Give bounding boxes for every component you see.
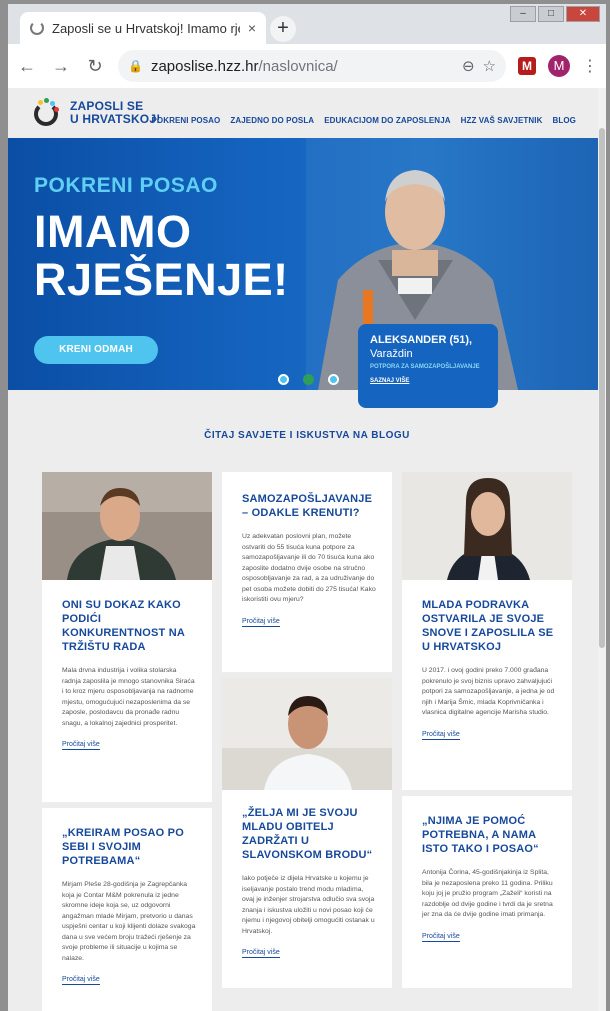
read-more-link[interactable]: Pročitaj više	[242, 949, 280, 958]
address-bar[interactable]: 🔒 zaposlise.hzz.hr/naslovnica/ ⊖ ☆	[118, 50, 506, 82]
logo-line-2: U HRVATSKOJ!	[70, 112, 161, 126]
blog-card-body: „ŽELJA MI JE SVOJU MLADU OBITELJ ZADRŽAT…	[242, 806, 376, 959]
blog-card-body: „NJIMA JE POMOĆ POTREBNA, A NAMA ISTO TA…	[422, 814, 556, 943]
carousel-dot-3[interactable]	[328, 374, 339, 385]
blog-card-title[interactable]: MLADA PODRAVKA OSTVARILA JE SVOJE SNOVE …	[422, 598, 556, 654]
blog-card-text: Mirjam Pleše 28-godišnja je Zagrepčanka …	[62, 881, 196, 962]
carousel-dot-1[interactable]	[278, 374, 289, 385]
blog-card-photo	[402, 472, 572, 580]
read-more-link[interactable]: Pročitaj više	[422, 731, 460, 740]
nav-zajedno-do-posla[interactable]: ZAJEDNO DO POSLA	[230, 116, 314, 125]
zoom-icon[interactable]: ⊖	[462, 57, 475, 75]
blog-card-photo	[222, 678, 392, 790]
blog-card-title[interactable]: ONI SU DOKAZ KAKO PODIĆI KONKURENTNOST N…	[62, 598, 196, 654]
loading-icon	[30, 21, 44, 35]
back-icon[interactable]: ←	[16, 56, 38, 77]
carousel-dots	[278, 374, 339, 385]
scrollbar-thumb[interactable]	[599, 128, 605, 648]
kreni-odmah-button[interactable]: KRENI ODMAH	[34, 336, 158, 364]
nav-hzz-savjetnik[interactable]: HZZ VAŠ SAVJETNIK	[461, 116, 543, 125]
blog-card-photo	[42, 472, 212, 580]
logo-text: ZAPOSLI SE U HRVATSKOJ!	[70, 100, 160, 126]
blog-card-body: „KREIRAM POSAO PO SEBI I SVOJIM POTREBAM…	[62, 826, 196, 986]
nav-pokreni-posao[interactable]: POKRENI POSAO	[151, 116, 220, 125]
main-nav: POKRENI POSAO ZAJEDNO DO POSLA EDUKACIJO…	[151, 116, 576, 125]
saznaj-vise-link[interactable]: SAZNAJ VIŠE	[370, 378, 486, 384]
blog-card-body: ONI SU DOKAZ KAKO PODIĆI KONKURENTNOST N…	[62, 598, 196, 751]
read-more-link[interactable]: Pročitaj više	[422, 933, 460, 942]
blog-card[interactable]: SAMOZAPOŠLJAVANJE – ODAKLE KRENUTI? Uz a…	[222, 472, 392, 672]
tab-close-icon[interactable]: ×	[248, 20, 256, 36]
hero-title-line-1: IMAMO	[34, 206, 192, 257]
tab-strip: Zaposli se u Hrvatskoj! Imamo rješenje! …	[8, 4, 606, 44]
hero-kicker: POKRENI POSAO	[34, 174, 218, 197]
blog-card[interactable]: „KREIRAM POSAO PO SEBI I SVOJIM POTREBAM…	[42, 808, 212, 1011]
blog-card[interactable]: „ŽELJA MI JE SVOJU MLADU OBITELJ ZADRŽAT…	[222, 678, 392, 988]
blog-card[interactable]: ONI SU DOKAZ KAKO PODIĆI KONKURENTNOST N…	[42, 472, 212, 802]
blog-heading: ČITAJ SAVJETE I ISKUSTVA NA BLOGU	[204, 430, 410, 441]
blog-card-text: Iako potječe iz dijela Hrvatske u kojemu…	[242, 875, 375, 935]
read-more-link[interactable]: Pročitaj više	[62, 741, 100, 750]
read-more-link[interactable]: Pročitaj više	[242, 618, 280, 627]
blog-card-text: Mala drvna industrija i volika stolarska…	[62, 667, 195, 727]
page-viewport: ZAPOSLI SE U HRVATSKOJ! POKRENI POSAO ZA…	[8, 88, 606, 1011]
carousel-dot-2[interactable]	[303, 374, 314, 385]
browser-toolbar: ← → ↻ 🔒 zaposlise.hzz.hr/naslovnica/ ⊖ ☆…	[8, 44, 606, 88]
minimize-button[interactable]: –	[510, 6, 536, 22]
browser-chrome: Zaposli se u Hrvatskoj! Imamo rješenje! …	[8, 4, 606, 88]
extension-icon[interactable]: M	[518, 57, 536, 75]
hero-title: IMAMO RJEŠENJE!	[34, 208, 289, 304]
hero-person-city: Varaždin	[370, 348, 413, 360]
blog-card-text: Uz adekvatan poslovni plan, možete ostva…	[242, 533, 376, 603]
site-logo[interactable]: ZAPOSLI SE U HRVATSKOJ!	[32, 98, 160, 128]
site-header: ZAPOSLI SE U HRVATSKOJ! POKRENI POSAO ZA…	[8, 88, 606, 140]
hero-person-card: ALEKSANDER (51), Varaždin POTPORA ZA SAM…	[358, 324, 498, 408]
url-host: zaposlise.hzz.hr	[150, 57, 259, 75]
nav-blog[interactable]: BLOG	[552, 116, 576, 125]
power-icon	[32, 98, 62, 128]
blog-card-body: MLADA PODRAVKA OSTVARILA JE SVOJE SNOVE …	[422, 598, 556, 741]
blog-card-title[interactable]: „KREIRAM POSAO PO SEBI I SVOJIM POTREBAM…	[62, 826, 196, 868]
url-text[interactable]: zaposlise.hzz.hr/naslovnica/	[151, 58, 454, 75]
window-controls: – □ ✕	[510, 6, 600, 22]
hero-banner: POKRENI POSAO IMAMO RJEŠENJE! KRENI ODMA…	[8, 138, 606, 390]
nav-edukacijom[interactable]: EDUKACIJOM DO ZAPOSLENJA	[324, 116, 450, 125]
hero-person-name: ALEKSANDER (51),	[370, 334, 473, 346]
blog-card-text: Antonija Čorina, 45-godišnjakinja iz Spl…	[422, 869, 553, 918]
tab-title: Zaposli se u Hrvatskoj! Imamo rješenje!	[52, 20, 240, 36]
bookmark-star-icon[interactable]: ☆	[483, 57, 496, 75]
hero-title-line-2: RJEŠENJE!	[34, 254, 289, 305]
maximize-button[interactable]: □	[538, 6, 564, 22]
blog-card-text: U 2017. i ovoj godini preko 7.000 građan…	[422, 667, 555, 716]
new-tab-button[interactable]: +	[270, 16, 296, 42]
hero-person-tag: POTPORA ZA SAMOZAPOŠLJAVANJE	[370, 364, 480, 370]
url-path: /naslovnica/	[258, 57, 338, 75]
lock-icon[interactable]: 🔒	[128, 59, 143, 73]
blog-card[interactable]: „NJIMA JE POMOĆ POTREBNA, A NAMA ISTO TA…	[402, 796, 572, 988]
reload-icon[interactable]: ↻	[84, 56, 106, 77]
page-scrollbar[interactable]	[598, 88, 606, 1011]
blog-card[interactable]: MLADA PODRAVKA OSTVARILA JE SVOJE SNOVE …	[402, 472, 572, 790]
blog-card-title[interactable]: „NJIMA JE POMOĆ POTREBNA, A NAMA ISTO TA…	[422, 814, 556, 856]
browser-tab[interactable]: Zaposli se u Hrvatskoj! Imamo rješenje! …	[20, 12, 266, 44]
profile-avatar[interactable]: M	[548, 55, 570, 77]
blog-card-title[interactable]: SAMOZAPOŠLJAVANJE – ODAKLE KRENUTI?	[242, 492, 376, 520]
menu-dots-icon[interactable]: ⋮	[582, 56, 598, 76]
blog-card-body: SAMOZAPOŠLJAVANJE – ODAKLE KRENUTI? Uz a…	[242, 492, 376, 628]
blog-card-title[interactable]: „ŽELJA MI JE SVOJU MLADU OBITELJ ZADRŽAT…	[242, 806, 376, 862]
close-window-button[interactable]: ✕	[566, 6, 600, 22]
read-more-link[interactable]: Pročitaj više	[62, 976, 100, 985]
forward-icon[interactable]: →	[50, 56, 72, 77]
